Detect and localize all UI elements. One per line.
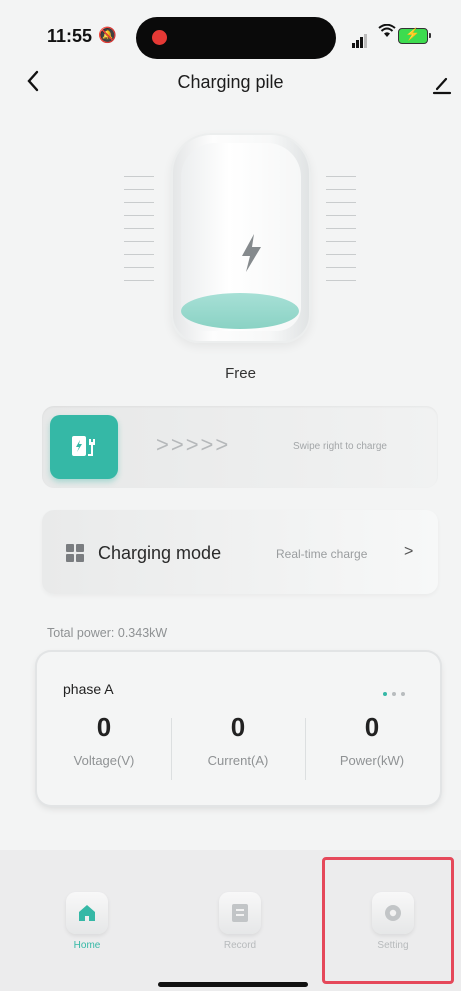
current-metric: 0 Current(A) [171,712,305,768]
tab-setting-label: Setting [377,940,409,951]
battery-tip [429,33,431,38]
tab-setting[interactable]: Setting [343,892,443,951]
grid-icon [66,544,84,562]
tab-record[interactable]: Record [190,892,290,951]
page-title: Charging pile [177,72,284,92]
status-time: 11:55 [47,26,93,46]
home-indicator [158,982,308,987]
status-bar: 11:55 🔕 ⚡ [0,0,461,70]
tab-home-label: Home [73,940,101,951]
page-dots-indicator[interactable] [383,683,410,701]
bottom-tab-bar: Home Record Setting [0,850,461,991]
phase-card: phase A 0 Voltage(V) 0 Current(A) 0 Powe… [37,652,440,805]
dynamic-island [136,17,336,59]
swipe-hint-label: Swipe right to charge [293,441,387,452]
setting-icon [372,892,414,934]
total-power-label: Total power: 0.343kW [47,626,168,640]
tab-record-label: Record [223,940,257,951]
home-icon [66,892,108,934]
ev-charger-icon [72,436,95,456]
power-metric: 0 Power(kW) [305,712,439,768]
edit-icon[interactable] [431,74,453,96]
current-label: Current(A) [207,753,269,768]
phase-title: phase A [63,681,114,697]
voltage-metric: 0 Voltage(V) [37,712,171,768]
chevron-right-icon: > [404,543,414,560]
tab-home[interactable]: Home [37,892,137,951]
silent-bell-icon: 🔕 [98,27,117,44]
record-icon [219,892,261,934]
charger-status: Free [225,365,256,382]
power-label: Power(kW) [339,753,405,768]
charging-mode-label: Charging mode [98,543,222,563]
swipe-to-charge-slider[interactable]: >>>>> Swipe right to charge [42,406,438,488]
power-value: 0 [364,712,380,742]
lightning-bolt-icon [238,233,264,278]
right-gauge-ticks [326,176,356,293]
cellular-signal-icon [352,30,368,48]
charging-mode-row[interactable]: Charging mode Real-time charge > [42,510,438,594]
charging-mode-value: Real-time charge [276,547,368,561]
wifi-icon [378,23,396,43]
charging-pile-illustration [171,133,311,343]
swipe-handle-button[interactable] [50,415,118,479]
charging-pile-base-glow [181,293,299,329]
voltage-label: Voltage(V) [73,753,135,768]
recording-indicator-icon [152,30,167,45]
swipe-arrows: >>>>> [156,432,231,457]
battery-icon: ⚡ [398,27,428,44]
voltage-value: 0 [96,712,112,742]
current-value: 0 [230,712,246,742]
left-gauge-ticks [124,176,154,293]
